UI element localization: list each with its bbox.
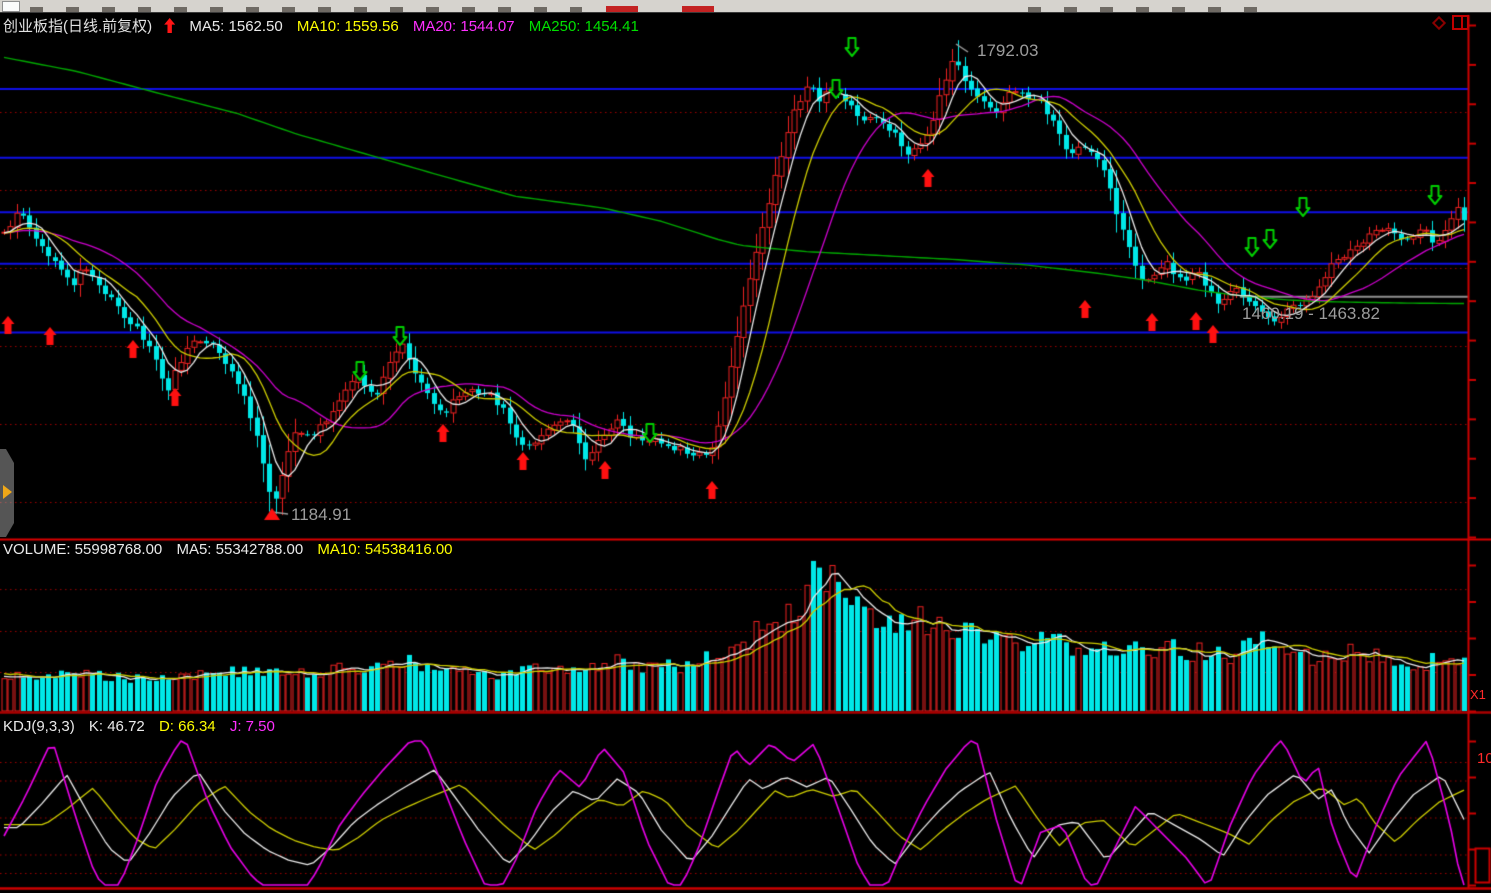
kdj-k-value: K: 46.72 [89, 718, 145, 735]
toolbar-red-item-clipped[interactable] [606, 6, 638, 12]
toolbar-red-item-clipped[interactable] [682, 6, 714, 12]
volume-ma5-value: MA5: 55342788.00 [176, 541, 303, 558]
kdj-j-value: J: 7.50 [230, 718, 275, 735]
sidebar-expand-handle[interactable] [0, 449, 14, 537]
gap-range-label: 1460.19 - 1463.82 [1242, 304, 1380, 324]
volume-header: VOLUME: 55998768.00 MA5: 55342788.00 MA1… [3, 541, 463, 558]
kdj-d-value: D: 66.34 [159, 718, 216, 735]
ma5-value: MA5: 1562.50 [189, 18, 282, 35]
kdj-scale-label: 100 [1477, 750, 1491, 767]
window-restore-icon-bar [1461, 17, 1463, 28]
toolbar-right-items-clipped [1028, 7, 1274, 12]
top-toolbar[interactable] [0, 0, 1491, 13]
toolbar-menu-items-clipped [30, 7, 582, 12]
volume-value: VOLUME: 55998768.00 [3, 541, 162, 558]
up-arrow-icon [164, 18, 175, 33]
peak-price-label: 1792.03 [977, 41, 1038, 61]
window-restore-icon[interactable] [1452, 15, 1469, 30]
low-price-label: 1184.91 [291, 505, 351, 525]
symbol-title: 创业板指(日线.前复权) [3, 18, 152, 35]
kdj-name: KDJ(9,3,3) [3, 718, 75, 735]
stock-app-screen: { "header": { "symbol": "创业板指(日线.前复权)", … [0, 0, 1491, 893]
ma10-value: MA10: 1559.56 [297, 18, 399, 35]
ma250-value: MA250: 1454.41 [529, 18, 639, 35]
main-chart-header: 创业板指(日线.前复权) MA5: 1562.50 MA10: 1559.56 … [3, 15, 649, 36]
chart-canvas[interactable] [0, 0, 1491, 893]
expand-arrow-icon [3, 485, 12, 499]
kdj-header: KDJ(9,3,3) K: 46.72 D: 66.34 J: 7.50 [3, 718, 285, 735]
volume-ma10-value: MA10: 54538416.00 [317, 541, 452, 558]
ma20-value: MA20: 1544.07 [413, 18, 515, 35]
volume-scale-label: X1 [1470, 687, 1486, 702]
toolbar-button[interactable] [2, 1, 20, 12]
